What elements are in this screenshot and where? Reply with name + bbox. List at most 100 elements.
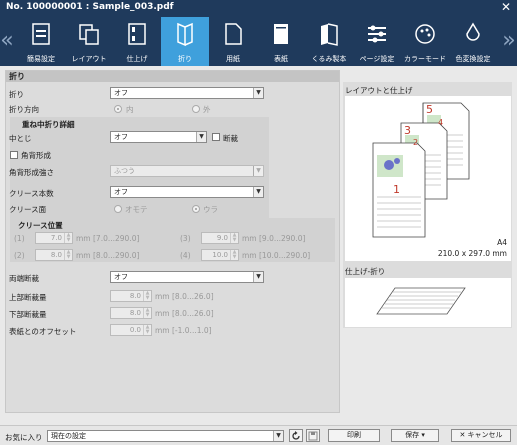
tab-label: レイアウト bbox=[71, 55, 107, 63]
close-icon[interactable]: ✕ bbox=[501, 0, 511, 14]
fold-illustration bbox=[376, 287, 466, 315]
spinner-icon[interactable]: ▲ ▼ bbox=[143, 308, 151, 318]
crease-position-2-label: (2) bbox=[14, 251, 25, 260]
save-icon bbox=[308, 431, 318, 441]
square-strength-value: ふつう bbox=[114, 167, 135, 175]
cover-offset-input[interactable]: 0.0 ▲ ▼ bbox=[110, 324, 152, 336]
fold-direction-in-radio[interactable] bbox=[114, 105, 122, 113]
tab-perfect-binding[interactable]: くるみ製本 bbox=[305, 17, 353, 66]
bottom-trim-range: mm [8.0...26.0] bbox=[155, 309, 214, 318]
nakatoji-select-value: オフ bbox=[114, 133, 128, 141]
finishing-icon bbox=[128, 23, 146, 45]
chevron-down-icon: ▼ bbox=[273, 431, 283, 441]
crease-position-2-input[interactable]: 8.0 ▲ ▼ bbox=[35, 249, 73, 261]
crease-count-value: オフ bbox=[114, 188, 128, 196]
fold-direction-in-label: 内 bbox=[126, 105, 134, 114]
crease-side-label: クリース面 bbox=[9, 205, 47, 214]
paper-icon bbox=[225, 23, 242, 45]
crease-back-radio[interactable] bbox=[192, 205, 200, 213]
tab-finishing[interactable]: 仕上げ bbox=[113, 17, 161, 66]
layout-preview-title: レイアウトと仕上げ bbox=[345, 86, 413, 95]
fold-preview bbox=[345, 278, 511, 327]
tab-layout[interactable]: レイアウト bbox=[65, 17, 113, 66]
spinner-icon[interactable]: ▲ ▼ bbox=[64, 233, 72, 243]
bottom-bar: お気に入り 現在の設定 ▼ 印刷 保存 ▾ ✕ キャンセル bbox=[0, 425, 517, 445]
tab-color-mode[interactable]: カラーモード bbox=[401, 17, 449, 66]
tab-paper[interactable]: 用紙 bbox=[209, 17, 257, 66]
crease-front-label: オモテ bbox=[125, 205, 148, 214]
cover-offset-range: mm [-1.0...1.0] bbox=[155, 326, 212, 335]
window-title: No. 100000001 : Sample_003.pdf bbox=[6, 2, 174, 12]
color-mode-icon bbox=[415, 24, 435, 44]
chevron-down-icon: ▼ bbox=[196, 132, 206, 142]
square-strength-select[interactable]: ふつう ▼ bbox=[110, 165, 264, 177]
tab-cover[interactable]: 表紙 bbox=[257, 17, 305, 66]
title-bar: No. 100000001 : Sample_003.pdf ✕ bbox=[0, 0, 517, 17]
chevron-down-icon: ▼ bbox=[253, 272, 263, 282]
page-number-2: 2 bbox=[413, 138, 418, 147]
layout-preview: 5 4 3 2 1 A4 210.0 x 297.0 mm bbox=[345, 96, 511, 261]
crease-position-1-input[interactable]: 7.0 ▲ ▼ bbox=[35, 232, 73, 244]
section-header-fold: 折り bbox=[6, 71, 339, 82]
fold-direction-label: 折り方向 bbox=[9, 105, 39, 114]
fold-settings-panel: 折り 折り オフ ▼ 折り方向 内 外 重ね中折り詳細 中とじ オフ ▼ 断裁 角背… bbox=[5, 70, 340, 413]
chevron-down-icon: ▼ bbox=[253, 88, 263, 98]
tab-page-setting[interactable]: ページ設定 bbox=[353, 17, 401, 66]
tab-label: カラーモード bbox=[404, 55, 446, 63]
saddle-fold-detail-title: 重ね中折り詳細 bbox=[22, 120, 75, 129]
trim-label: 断裁 bbox=[223, 134, 238, 143]
crease-front-radio[interactable] bbox=[114, 205, 122, 213]
page-number-3: 3 bbox=[404, 124, 411, 137]
scroll-left-icon[interactable]: « bbox=[0, 17, 14, 66]
crease-position-4-input[interactable]: 10.0 ▲ ▼ bbox=[201, 249, 239, 261]
tab-fold[interactable]: 折り bbox=[161, 17, 209, 66]
tab-label: ページ設定 bbox=[359, 55, 395, 63]
page-setting-icon bbox=[368, 25, 386, 43]
refresh-button[interactable] bbox=[289, 429, 303, 442]
crease-back-label: ウラ bbox=[203, 205, 218, 214]
crease-position-3-label: (3) bbox=[180, 234, 191, 243]
crease-position-2-value: 8.0 bbox=[50, 251, 62, 259]
square-back-checkbox[interactable] bbox=[10, 151, 18, 159]
fold-direction-out-radio[interactable] bbox=[192, 105, 200, 113]
easy-setting-icon bbox=[32, 23, 50, 45]
crease-position-1-value: 7.0 bbox=[50, 234, 62, 242]
save-button-label: 保存 bbox=[405, 431, 420, 439]
double-trim-label: 両端断裁 bbox=[9, 274, 39, 283]
favorite-label: お気に入り bbox=[5, 433, 43, 442]
tab-color-conversion[interactable]: 色変換設定 bbox=[449, 17, 497, 66]
chevron-down-icon: ▼ bbox=[253, 187, 263, 197]
spinner-icon[interactable]: ▲ ▼ bbox=[64, 250, 72, 260]
save-favorite-button[interactable] bbox=[306, 429, 320, 442]
page-number-5: 5 bbox=[426, 103, 433, 116]
nakatoji-label: 中とじ bbox=[9, 134, 32, 143]
favorite-select[interactable]: 現在の設定 ▼ bbox=[47, 430, 284, 442]
tab-easy-setting[interactable]: 簡易設定 bbox=[17, 17, 65, 66]
crease-position-3-input[interactable]: 9.0 ▲ ▼ bbox=[201, 232, 239, 244]
page-number-4: 4 bbox=[438, 118, 443, 127]
crease-position-2-range: mm [8.0...290.0] bbox=[76, 251, 140, 260]
fold-label: 折り bbox=[9, 90, 24, 99]
spinner-icon[interactable]: ▲ ▼ bbox=[230, 233, 238, 243]
scroll-right-icon[interactable]: » bbox=[502, 17, 516, 66]
fold-select[interactable]: オフ ▼ bbox=[110, 87, 264, 99]
nakatoji-select[interactable]: オフ ▼ bbox=[110, 131, 207, 143]
bottom-trim-input[interactable]: 8.0 ▲ ▼ bbox=[110, 307, 152, 319]
spinner-icon[interactable]: ▲ ▼ bbox=[230, 250, 238, 260]
trim-checkbox[interactable] bbox=[212, 133, 220, 141]
spinner-icon[interactable]: ▲ ▼ bbox=[143, 291, 151, 301]
save-button[interactable]: 保存 ▾ bbox=[391, 429, 439, 442]
cancel-button[interactable]: ✕ キャンセル bbox=[451, 429, 511, 442]
page-number-1: 1 bbox=[393, 183, 400, 196]
close-icon: ✕ bbox=[459, 431, 466, 439]
crease-position-4-value: 10.0 bbox=[212, 251, 228, 259]
cover-offset-label: 表紙とのオフセット bbox=[9, 327, 77, 336]
crease-position-4-range: mm [10.0...290.0] bbox=[242, 251, 311, 260]
crease-count-select[interactable]: オフ ▼ bbox=[110, 186, 264, 198]
fold-direction-out-label: 外 bbox=[203, 105, 211, 114]
spinner-icon[interactable]: ▲ ▼ bbox=[143, 325, 151, 335]
double-trim-select[interactable]: オフ ▼ bbox=[110, 271, 264, 283]
top-trim-input[interactable]: 8.0 ▲ ▼ bbox=[110, 290, 152, 302]
paper-dimensions: 210.0 x 297.0 mm bbox=[437, 249, 507, 258]
print-button[interactable]: 印刷 bbox=[328, 429, 380, 442]
